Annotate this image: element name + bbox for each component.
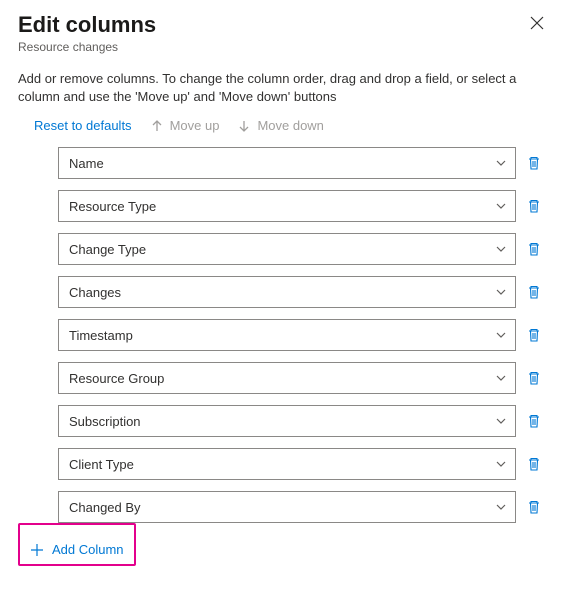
- chevron-down-icon: [495, 372, 507, 384]
- column-dropdown[interactable]: Change Type: [58, 233, 516, 265]
- column-row: Change Type: [58, 233, 544, 265]
- trash-icon: [526, 327, 542, 343]
- move-up-label: Move up: [170, 118, 220, 133]
- column-row: Changed By: [58, 491, 544, 523]
- description-text: Add or remove columns. To change the col…: [18, 70, 548, 106]
- column-row: Client Type: [58, 448, 544, 480]
- move-down-button[interactable]: Move down: [237, 118, 323, 133]
- delete-column-button[interactable]: [524, 284, 544, 300]
- column-dropdown[interactable]: Changes: [58, 276, 516, 308]
- delete-column-button[interactable]: [524, 198, 544, 214]
- delete-column-button[interactable]: [524, 456, 544, 472]
- column-dropdown[interactable]: Client Type: [58, 448, 516, 480]
- column-dropdown[interactable]: Resource Type: [58, 190, 516, 222]
- column-dropdown-label: Changes: [69, 285, 121, 300]
- add-column-button[interactable]: Add Column: [20, 535, 134, 564]
- column-dropdown-label: Name: [69, 156, 104, 171]
- column-dropdown[interactable]: Subscription: [58, 405, 516, 437]
- column-row: Timestamp: [58, 319, 544, 351]
- column-row: Resource Type: [58, 190, 544, 222]
- move-down-label: Move down: [257, 118, 323, 133]
- column-dropdown[interactable]: Changed By: [58, 491, 516, 523]
- add-column-label: Add Column: [52, 542, 124, 557]
- trash-icon: [526, 241, 542, 257]
- move-up-button[interactable]: Move up: [150, 118, 220, 133]
- trash-icon: [526, 370, 542, 386]
- chevron-down-icon: [495, 329, 507, 341]
- chevron-down-icon: [495, 157, 507, 169]
- trash-icon: [526, 284, 542, 300]
- chevron-down-icon: [495, 458, 507, 470]
- delete-column-button[interactable]: [524, 155, 544, 171]
- column-dropdown-label: Change Type: [69, 242, 146, 257]
- arrow-down-icon: [237, 119, 251, 133]
- chevron-down-icon: [495, 501, 507, 513]
- chevron-down-icon: [495, 243, 507, 255]
- column-dropdown[interactable]: Timestamp: [58, 319, 516, 351]
- column-row: Changes: [58, 276, 544, 308]
- column-dropdown-label: Timestamp: [69, 328, 133, 343]
- chevron-down-icon: [495, 286, 507, 298]
- delete-column-button[interactable]: [524, 413, 544, 429]
- chevron-down-icon: [495, 415, 507, 427]
- close-icon: [530, 16, 544, 30]
- column-dropdown-label: Resource Group: [69, 371, 164, 386]
- column-dropdown-label: Client Type: [69, 457, 134, 472]
- column-row: Name: [58, 147, 544, 179]
- delete-column-button[interactable]: [524, 499, 544, 515]
- column-row: Resource Group: [58, 362, 544, 394]
- reset-to-defaults-link[interactable]: Reset to defaults: [34, 118, 132, 133]
- column-row: Subscription: [58, 405, 544, 437]
- page-title: Edit columns: [18, 12, 156, 38]
- chevron-down-icon: [495, 200, 507, 212]
- trash-icon: [526, 198, 542, 214]
- page-subtitle: Resource changes: [18, 40, 548, 54]
- delete-column-button[interactable]: [524, 327, 544, 343]
- trash-icon: [526, 499, 542, 515]
- column-dropdown[interactable]: Resource Group: [58, 362, 516, 394]
- delete-column-button[interactable]: [524, 370, 544, 386]
- column-dropdown-label: Subscription: [69, 414, 141, 429]
- trash-icon: [526, 155, 542, 171]
- arrow-up-icon: [150, 119, 164, 133]
- column-dropdown[interactable]: Name: [58, 147, 516, 179]
- column-dropdown-label: Resource Type: [69, 199, 156, 214]
- trash-icon: [526, 413, 542, 429]
- column-dropdown-label: Changed By: [69, 500, 141, 515]
- plus-icon: [30, 543, 44, 557]
- delete-column-button[interactable]: [524, 241, 544, 257]
- close-button[interactable]: [526, 12, 548, 34]
- trash-icon: [526, 456, 542, 472]
